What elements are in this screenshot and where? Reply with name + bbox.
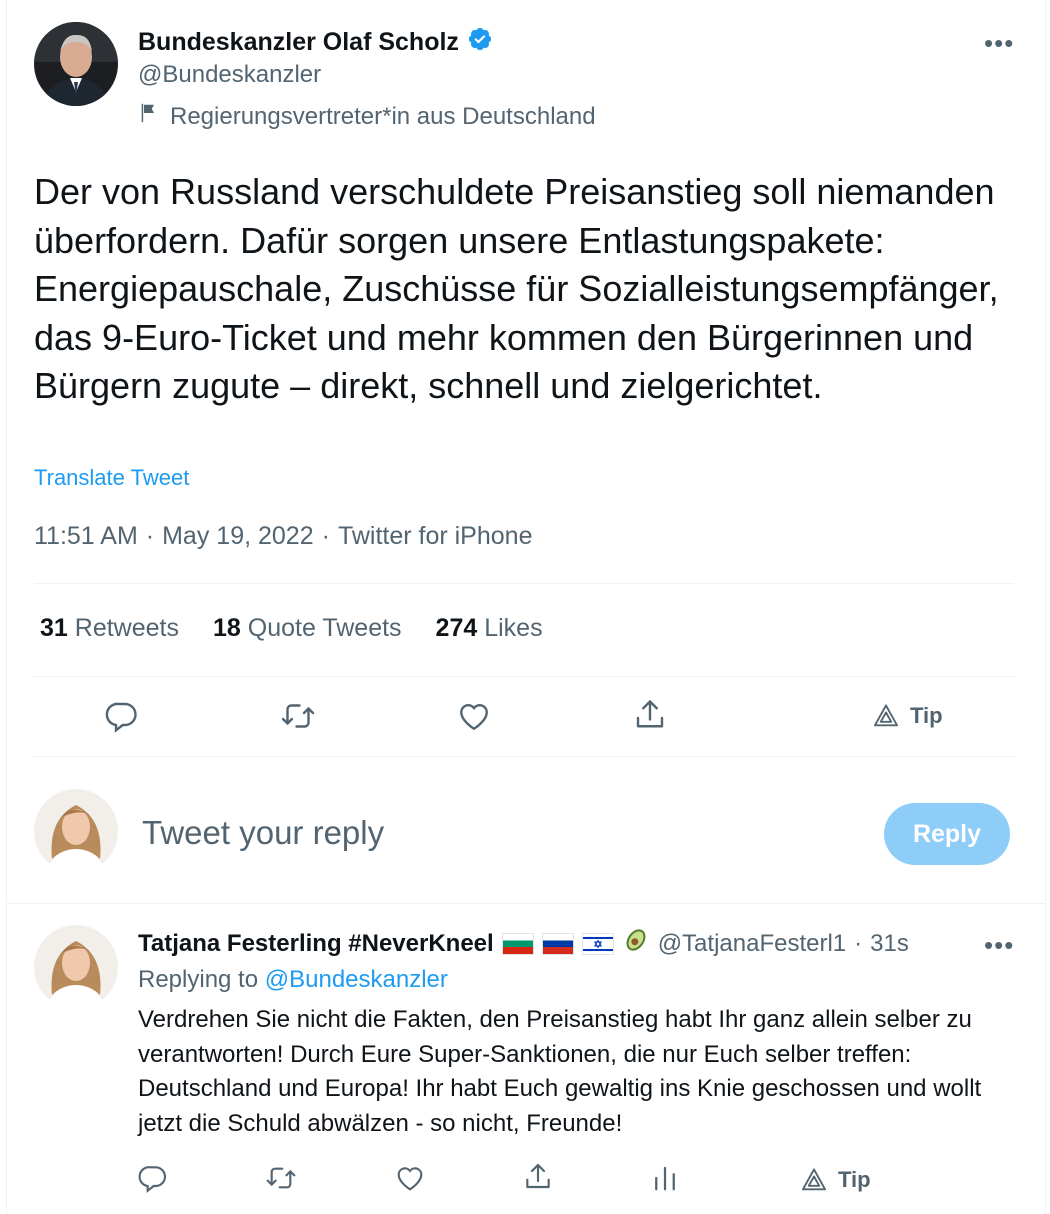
reply-more-options-button[interactable]: ••• [984,932,1014,958]
reply-share-button[interactable] [522,1161,554,1193]
reply-author-handle[interactable]: @TatjanaFesterl1 [658,930,846,958]
reply-author-avatar[interactable] [34,925,118,1009]
tweet-date[interactable]: May 19, 2022 [162,522,314,551]
retweet-icon [264,1162,298,1194]
quote-tweets-stat[interactable]: 18 Quote Tweets [213,614,402,643]
reply-header: Tatjana Festerling #NeverKneel @TatjanaF… [138,926,909,961]
like-icon [456,698,492,734]
tip-label: Tip [910,703,943,728]
tip-label: Tip [838,1167,871,1192]
share-button[interactable] [632,697,668,733]
retweets-stat[interactable]: 31 Retweets [40,614,179,643]
reply-like-button[interactable] [394,1162,426,1194]
author-name-text: Bundeskanzler Olaf Scholz [138,28,459,56]
retweets-label: Retweets [74,614,179,642]
like-icon [394,1162,426,1194]
author-name[interactable]: Bundeskanzler Olaf Scholz [138,26,493,59]
divider [34,676,1014,677]
reply-icon [137,1162,169,1194]
reply-header-separator: · [854,929,863,957]
reply-analytics-button[interactable] [650,1163,680,1193]
reply-time[interactable]: 31s [870,930,909,958]
like-button[interactable] [456,698,492,734]
reply-tip-button[interactable]: Tip [800,1166,871,1194]
retweet-button[interactable] [279,698,317,734]
retweet-icon [279,698,317,734]
tweet-source[interactable]: Twitter for iPhone [338,522,533,551]
share-icon [632,697,668,733]
reply-text: Verdrehen Sie nicht die Fakten, den Prei… [138,1006,982,1137]
likes-stat[interactable]: 274 Likes [436,614,543,643]
share-icon [522,1161,554,1193]
avocado-emoji [622,926,650,961]
submit-reply-button[interactable]: Reply [884,803,1010,865]
bulgaria-flag-icon [501,932,534,955]
reply-author-name[interactable]: Tatjana Festerling #NeverKneel [138,930,494,958]
israel-flag-icon [581,932,614,955]
author-handle[interactable]: @Bundeskanzler [138,61,321,89]
more-options-button[interactable]: ••• [984,30,1014,56]
meta-separator: · [145,522,155,550]
likes-label: Likes [484,614,543,642]
replying-to-prefix: Replying to [138,966,259,993]
verified-badge-icon [467,26,493,59]
tip-icon [872,702,900,730]
replying-to-line: Replying to @Bundeskanzler [138,966,448,994]
meta-separator: · [321,522,330,550]
tweet-meta: 11:51 AM · May 19, 2022 · Twitter for iP… [34,522,532,551]
section-separator [6,903,1046,904]
tweet-time[interactable]: 11:51 AM [34,522,138,551]
reply-input[interactable]: Tweet your reply [142,814,384,852]
engagement-stats: 31 Retweets 18 Quote Tweets 274 Likes [40,614,543,643]
quote-tweets-label: Quote Tweets [247,614,402,642]
author-avatar[interactable] [34,22,118,106]
analytics-icon [650,1163,680,1193]
russia-flag-icon [541,932,574,955]
flag-icon [138,102,160,131]
tip-button[interactable]: Tip [872,702,943,730]
government-label: Regierungsvertreter*in aus Deutschland [138,102,596,131]
replying-to-link[interactable]: @Bundeskanzler [265,966,448,993]
retweets-count: 31 [40,614,68,642]
reply-button[interactable] [104,698,140,734]
current-user-avatar[interactable] [34,789,118,873]
likes-count: 274 [435,614,478,642]
government-label-text: Regierungsvertreter*in aus Deutschland [170,102,596,130]
reply-retweet-button[interactable] [264,1162,298,1194]
quote-tweets-count: 18 [212,614,241,642]
tip-icon [800,1166,828,1194]
divider [34,756,1014,757]
tweet-text: Der von Russland verschuldete Preisansti… [34,171,999,406]
reply-reply-button[interactable] [137,1162,169,1194]
divider [34,583,1014,584]
translate-tweet-link[interactable]: Translate Tweet [34,465,189,491]
reply-icon [104,698,140,734]
